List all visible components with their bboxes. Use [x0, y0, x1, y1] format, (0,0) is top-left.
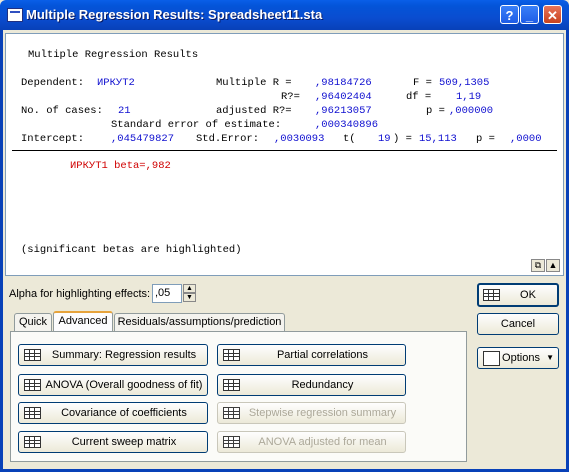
redundancy-button[interactable]: Redundancy	[217, 374, 406, 396]
spreadsheet-icon	[223, 379, 240, 391]
p-value: ,000000	[449, 105, 494, 117]
std-error-value: ,0030093	[274, 133, 325, 145]
f-label: F =	[413, 77, 432, 89]
options-button[interactable]: Options ▼	[477, 347, 559, 369]
t-value: 15,113	[419, 133, 457, 145]
window-frame-left	[0, 30, 3, 472]
std-err-est-value: ,000340896	[315, 119, 379, 131]
intercept-label: Intercept:	[21, 133, 85, 145]
results-heading: Multiple Regression Results	[28, 49, 199, 61]
dependent-value: ИРКУТ2	[97, 77, 135, 89]
redundancy-label: Redundancy	[291, 379, 354, 391]
spreadsheet-icon	[24, 349, 41, 361]
spreadsheet-icon	[223, 407, 240, 419]
beta-line: ИРКУТ1 beta=,982	[70, 160, 171, 172]
partial-correlations-label: Partial correlations	[276, 349, 369, 361]
options-label: Options	[502, 352, 540, 364]
anova-button[interactable]: ANOVA (Overall goodness of fit)	[18, 374, 208, 396]
anova-adjusted-button[interactable]: ANOVA adjusted for mean	[217, 431, 406, 453]
cancel-button[interactable]: Cancel	[477, 313, 559, 335]
alpha-input[interactable]: ,05	[152, 284, 182, 303]
cases-label: No. of cases:	[21, 105, 103, 117]
help-button[interactable]: ?	[500, 5, 519, 24]
stepwise-summary-button[interactable]: Stepwise regression summary	[217, 402, 406, 424]
std-err-est-label: Standard error of estimate:	[111, 119, 282, 131]
summary-label: Summary: Regression results	[51, 349, 197, 361]
copy-icon[interactable]: ⧉	[531, 259, 545, 272]
results-panel	[5, 33, 564, 276]
minimize-button[interactable]: _	[520, 5, 539, 24]
spreadsheet-icon	[483, 289, 500, 301]
multiple-r-label: Multiple R =	[216, 77, 292, 89]
divider	[12, 150, 557, 151]
p-label: p =	[426, 105, 445, 117]
r2-value: ,96402404	[315, 91, 372, 103]
close-button[interactable]: ✕	[543, 5, 562, 24]
p2-value: ,0000	[510, 133, 542, 145]
spin-down-icon[interactable]: ▼	[183, 293, 196, 302]
spreadsheet-icon	[24, 407, 41, 419]
df-label: df =	[406, 91, 432, 103]
tab-residuals[interactable]: Residuals/assumptions/prediction	[114, 313, 285, 331]
alpha-label: Alpha for highlighting effects:	[9, 288, 151, 300]
t-df: 19	[378, 133, 391, 145]
t-label: t(	[343, 133, 356, 145]
tab-quick[interactable]: Quick	[14, 313, 52, 331]
spreadsheet-icon	[223, 349, 240, 361]
partial-correlations-button[interactable]: Partial correlations	[217, 344, 406, 366]
sweep-matrix-label: Current sweep matrix	[71, 436, 177, 448]
intercept-value: ,045479827	[111, 133, 175, 145]
df-value: 1,19	[456, 91, 482, 103]
summary-button[interactable]: Summary: Regression results	[18, 344, 208, 366]
p2-label: p =	[476, 133, 495, 145]
adj-r2-label: adjusted R?=	[216, 105, 292, 117]
app-icon	[7, 8, 23, 22]
dependent-label: Dependent:	[21, 77, 85, 89]
stepwise-summary-label: Stepwise regression summary	[248, 407, 397, 419]
t-equals: ) =	[393, 133, 412, 145]
anova-adjusted-label: ANOVA adjusted for mean	[258, 436, 387, 448]
r2-label: R?=	[281, 91, 300, 103]
window-title: Multiple Regression Results: Spreadsheet…	[26, 7, 323, 22]
ok-button[interactable]: OK	[477, 283, 559, 307]
sweep-matrix-button[interactable]: Current sweep matrix	[18, 431, 208, 453]
f-value: 509,1305	[439, 77, 490, 89]
spreadsheet-icon	[24, 436, 41, 448]
covariance-button[interactable]: Covariance of coefficients	[18, 402, 208, 424]
covariance-label: Covariance of coefficients	[61, 407, 187, 419]
std-error-label: Std.Error:	[196, 133, 260, 145]
chevron-down-icon: ▼	[546, 353, 554, 362]
scroll-up-icon[interactable]: ▲	[546, 259, 560, 272]
spin-up-icon[interactable]: ▲	[183, 284, 196, 293]
ok-label: OK	[520, 289, 536, 301]
anova-label: ANOVA (Overall goodness of fit)	[45, 379, 203, 391]
significance-note: (significant betas are highlighted)	[21, 244, 242, 256]
tab-advanced[interactable]: Advanced	[53, 311, 113, 331]
spreadsheet-icon	[24, 379, 41, 391]
cases-value: 21	[118, 105, 131, 117]
multiple-r-value: ,98184726	[315, 77, 372, 89]
adj-r2-value: ,96213057	[315, 105, 372, 117]
spreadsheet-icon	[223, 436, 240, 448]
